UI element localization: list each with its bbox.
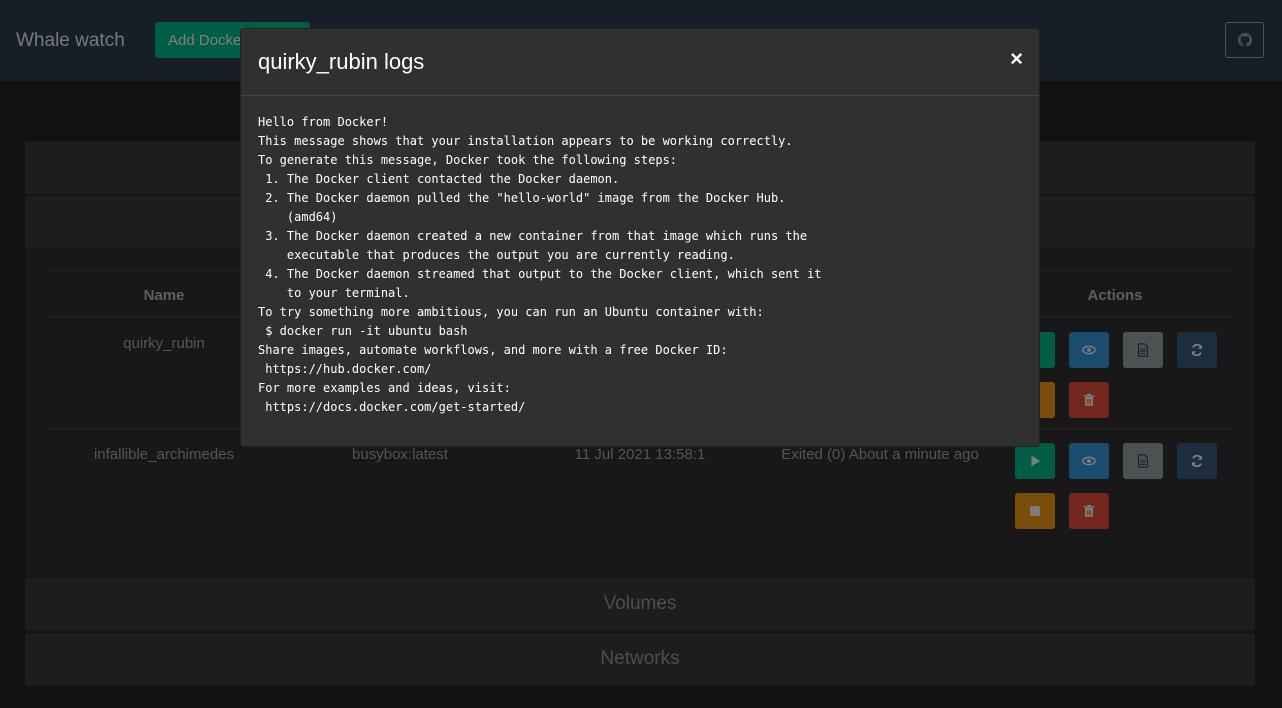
log-line: 3. The Docker daemon created a new conta… (258, 229, 808, 243)
log-line: 1. The Docker client contacted the Docke… (258, 172, 620, 186)
log-line: 4. The Docker daemon streamed that outpu… (258, 267, 822, 281)
log-line: Share images, automate workflows, and mo… (258, 343, 728, 357)
log-line: Hello from Docker! (258, 115, 389, 129)
log-line: https://docs.docker.com/get-started/ (258, 400, 526, 414)
log-line: 2. The Docker daemon pulled the "hello-w… (258, 191, 786, 205)
log-line: executable that produces the output you … (258, 248, 735, 262)
log-output: Hello from Docker! This message shows tha… (258, 113, 1028, 417)
log-line: To generate this message, Docker took th… (258, 153, 678, 167)
log-line: To try something more ambitious, you can… (258, 305, 764, 319)
logs-modal: quirky_rubin logs × Hello from Docker! Th… (240, 28, 1040, 447)
log-line: (amd64) (258, 210, 338, 224)
modal-title: quirky_rubin logs (258, 49, 425, 74)
log-line: https://hub.docker.com/ (258, 362, 432, 376)
log-line: $ docker run -it ubuntu bash (258, 324, 468, 338)
close-button[interactable]: × (1010, 46, 1023, 72)
log-line: This message shows that your installatio… (258, 134, 793, 148)
modal-header: quirky_rubin logs × (241, 29, 1039, 96)
log-line: For more examples and ideas, visit: (258, 381, 511, 395)
log-line: to your terminal. (258, 286, 410, 300)
